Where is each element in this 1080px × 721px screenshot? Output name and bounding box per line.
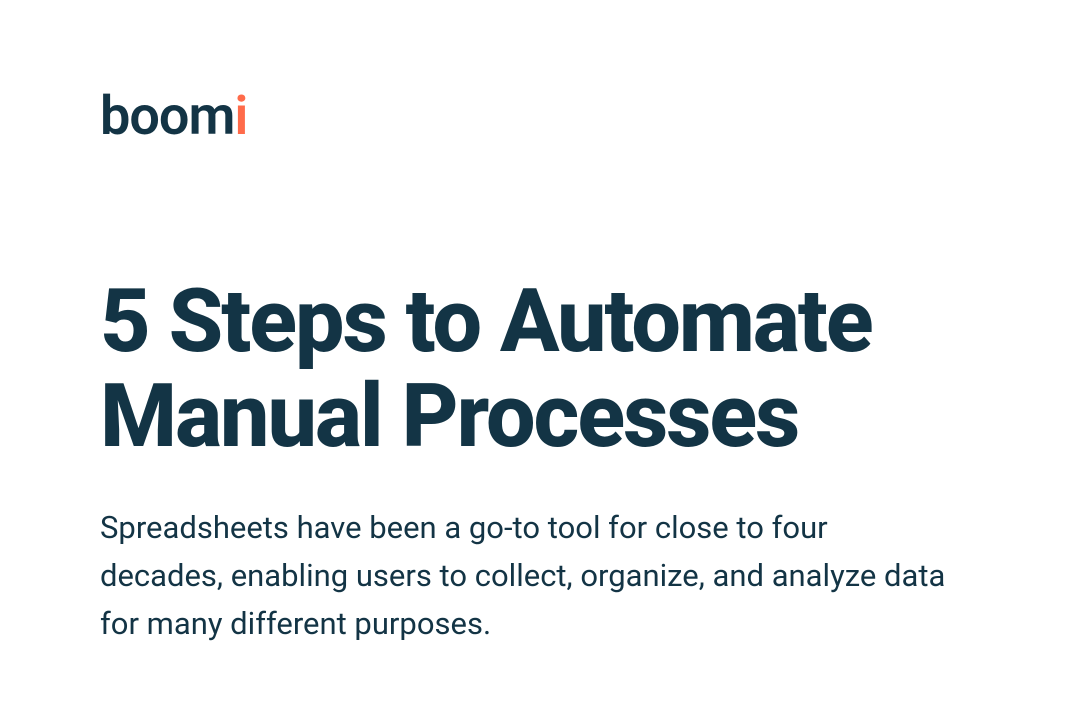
page-subtitle: Spreadsheets have been a go-to tool for … [100, 504, 950, 648]
page-title: 5 Steps to Automate Manual Processes [100, 274, 980, 464]
brand-logo: boomi [100, 90, 980, 144]
logo-accent-dot: i [234, 85, 247, 148]
logo-text-prefix: boom [100, 85, 234, 148]
